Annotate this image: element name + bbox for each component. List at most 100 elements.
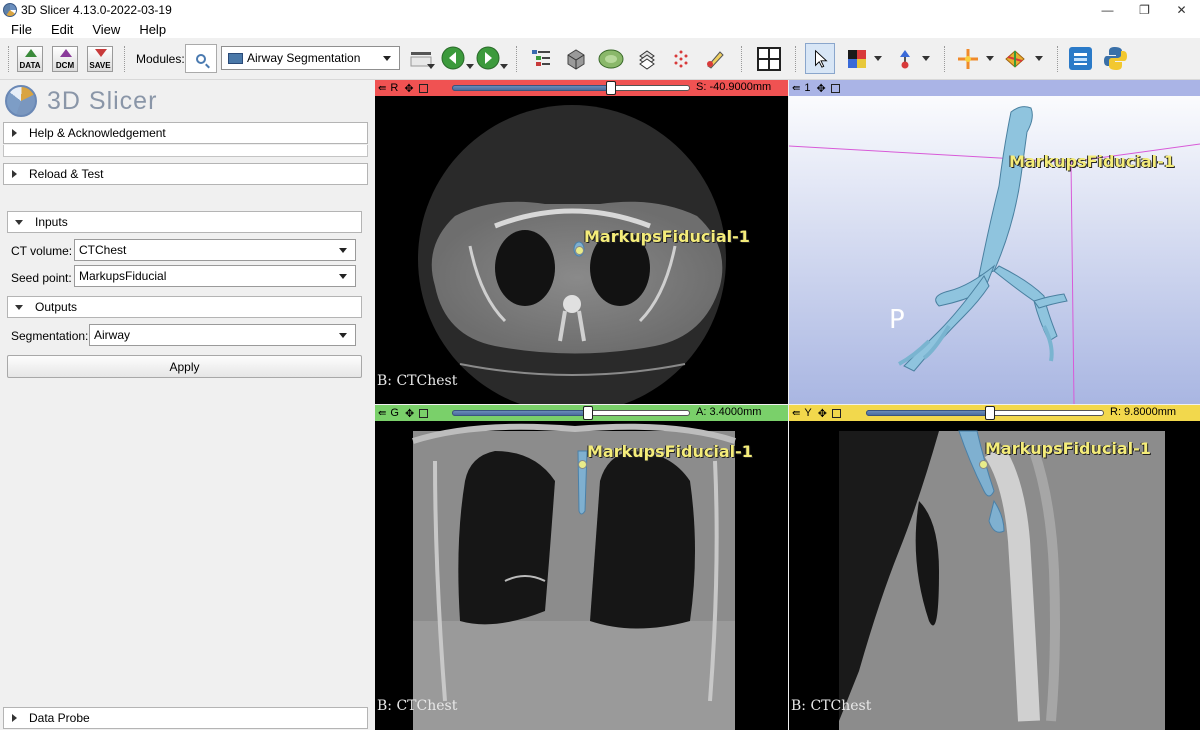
save-label: SAVE (89, 61, 111, 70)
fiducial-point[interactable] (575, 246, 584, 255)
place-dropdown-icon[interactable] (922, 56, 930, 61)
collapse-arrow-icon (15, 219, 23, 225)
inputs-section-header[interactable]: Inputs (7, 211, 362, 233)
help-section-header[interactable]: Help & Acknowledgement (3, 122, 368, 144)
menu-file[interactable]: File (0, 22, 40, 37)
chevron-down-icon (383, 56, 391, 61)
dcm-label: DCM (55, 61, 75, 70)
link-icon[interactable]: ✥ (404, 82, 413, 95)
maximize-view-icon[interactable] (830, 83, 840, 93)
crosshair-icon[interactable] (957, 48, 979, 70)
toolbar-separator (516, 46, 518, 72)
orientation-marker: P (889, 305, 905, 335)
layout-icon[interactable] (757, 47, 781, 71)
crosshair-dropdown-icon[interactable] (986, 56, 994, 61)
yellow-slice-view[interactable]: ⇚ Y ✥ R: 9.8000mm MarkupsFiducial-1 B: C… (789, 405, 1200, 730)
pin-icon[interactable]: ⇚ (792, 408, 800, 419)
3d-view[interactable]: ⇚ 1 ✥ MarkupsFiducial-1 P (789, 80, 1200, 404)
toolbar-separator (124, 46, 126, 72)
window-level-icon[interactable] (846, 48, 868, 70)
green-slice-offset: A: 3.4000mm (696, 406, 762, 418)
forward-dropdown-icon[interactable] (500, 64, 508, 69)
place-fiducial-icon[interactable] (894, 48, 916, 70)
volumes-module-icon[interactable] (565, 48, 587, 70)
ct-volume-value: CTChest (79, 243, 127, 257)
history-dropdown-icon[interactable] (427, 64, 435, 69)
reload-section-title: Reload & Test (29, 167, 104, 181)
menu-edit[interactable]: Edit (40, 22, 81, 37)
close-button[interactable]: ✕ (1163, 0, 1200, 20)
slicer-app-icon (3, 3, 17, 17)
markups-module-icon[interactable] (670, 48, 692, 70)
help-section-title: Help & Acknowledgement (29, 126, 166, 140)
data-module-icon[interactable] (530, 48, 552, 70)
maximize-button[interactable]: ❐ (1126, 0, 1163, 20)
red-slice-offset: S: -40.9000mm (696, 81, 772, 93)
pin-icon[interactable]: ⇚ (792, 83, 800, 94)
minimize-button[interactable]: — (1089, 0, 1126, 20)
chevron-down-icon (339, 248, 347, 253)
fiducial-point-coronal[interactable] (578, 460, 587, 469)
green-slice-view[interactable]: ⇚ G ✥ A: 3.4000mm MarkupsFiducial-1 B: C… (375, 405, 788, 730)
red-slider-fill (452, 85, 611, 91)
transforms-module-icon[interactable] (636, 48, 658, 70)
back-dropdown-icon[interactable] (466, 64, 474, 69)
fiducial-point-sagittal[interactable] (979, 460, 988, 469)
green-view-name: G (390, 407, 399, 419)
outputs-section-title: Outputs (35, 300, 78, 314)
red-slice-view[interactable]: ⇚ R ✥ S: -40.9000mm MarkupsFiducial-1 B:… (375, 80, 788, 404)
yellow-view-caption: B: CTChest (791, 698, 872, 714)
slice-intersections-icon[interactable] (1004, 48, 1026, 70)
module-panel: 3D Slicer Help & Acknowledgement Reload … (0, 81, 374, 730)
center-view-icon[interactable]: ✥ (817, 82, 826, 95)
red-slider-thumb[interactable] (606, 81, 616, 95)
pointer-mode-button[interactable] (805, 43, 835, 74)
models-module-icon[interactable] (598, 48, 624, 70)
apply-button[interactable]: Apply (7, 355, 362, 378)
extensions-manager-icon[interactable] (1068, 46, 1093, 71)
red-view-name: R (390, 82, 399, 94)
pin-icon[interactable]: ⇚ (378, 408, 386, 419)
menu-view[interactable]: View (81, 22, 128, 37)
maximize-view-icon[interactable] (418, 83, 428, 93)
segmentation-selector[interactable]: Airway (89, 324, 356, 346)
save-arrow-icon (95, 49, 107, 57)
upload-arrow-icon (25, 49, 37, 57)
toolbar-separator (944, 46, 946, 72)
ct-volume-label: CT volume: (11, 244, 73, 258)
seed-point-selector[interactable]: MarkupsFiducial (74, 265, 356, 287)
intersections-dropdown-icon[interactable] (1035, 56, 1043, 61)
window-level-dropdown-icon[interactable] (874, 56, 882, 61)
segment-editor-icon[interactable] (704, 48, 726, 70)
module-search-button[interactable] (185, 44, 217, 73)
brand: 3D Slicer (5, 85, 157, 117)
toolbar-separator (795, 46, 797, 72)
yellow-slider-thumb[interactable] (985, 406, 995, 420)
green-view-caption: B: CTChest (377, 698, 458, 714)
link-icon[interactable]: ✥ (818, 407, 827, 420)
window-controls: — ❐ ✕ (1089, 0, 1200, 20)
back-arrow-icon[interactable] (441, 46, 465, 70)
maximize-view-icon[interactable] (419, 408, 429, 418)
green-slider-fill (452, 410, 588, 416)
yellow-view-controller: ⇚ Y ✥ R: 9.8000mm (789, 405, 1200, 421)
module-selector[interactable]: Airway Segmentation (221, 46, 400, 70)
outputs-section-header[interactable]: Outputs (7, 296, 362, 318)
dicom-button[interactable]: DCM (52, 46, 78, 72)
save-button[interactable]: SAVE (87, 46, 113, 72)
maximize-view-icon[interactable] (831, 408, 841, 418)
reload-section-header[interactable]: Reload & Test (3, 163, 368, 185)
load-data-button[interactable]: DATA (17, 46, 43, 72)
main-toolbar: DATA DCM SAVE Modules: Airway Segmentati… (0, 38, 1200, 80)
sagittal-ct-image (839, 430, 1165, 730)
pin-icon[interactable]: ⇚ (378, 83, 386, 94)
seed-point-label: Seed point: (11, 271, 72, 285)
title-bar: 3D Slicer 4.13.0-2022-03-19 — ❐ ✕ (0, 0, 1200, 20)
python-console-icon[interactable] (1103, 46, 1128, 71)
ct-volume-selector[interactable]: CTChest (74, 239, 356, 261)
link-icon[interactable]: ✥ (405, 407, 414, 420)
menu-help[interactable]: Help (128, 22, 174, 37)
data-probe-header[interactable]: Data Probe (3, 707, 368, 729)
forward-arrow-icon[interactable] (476, 46, 500, 70)
green-slider-thumb[interactable] (583, 406, 593, 420)
